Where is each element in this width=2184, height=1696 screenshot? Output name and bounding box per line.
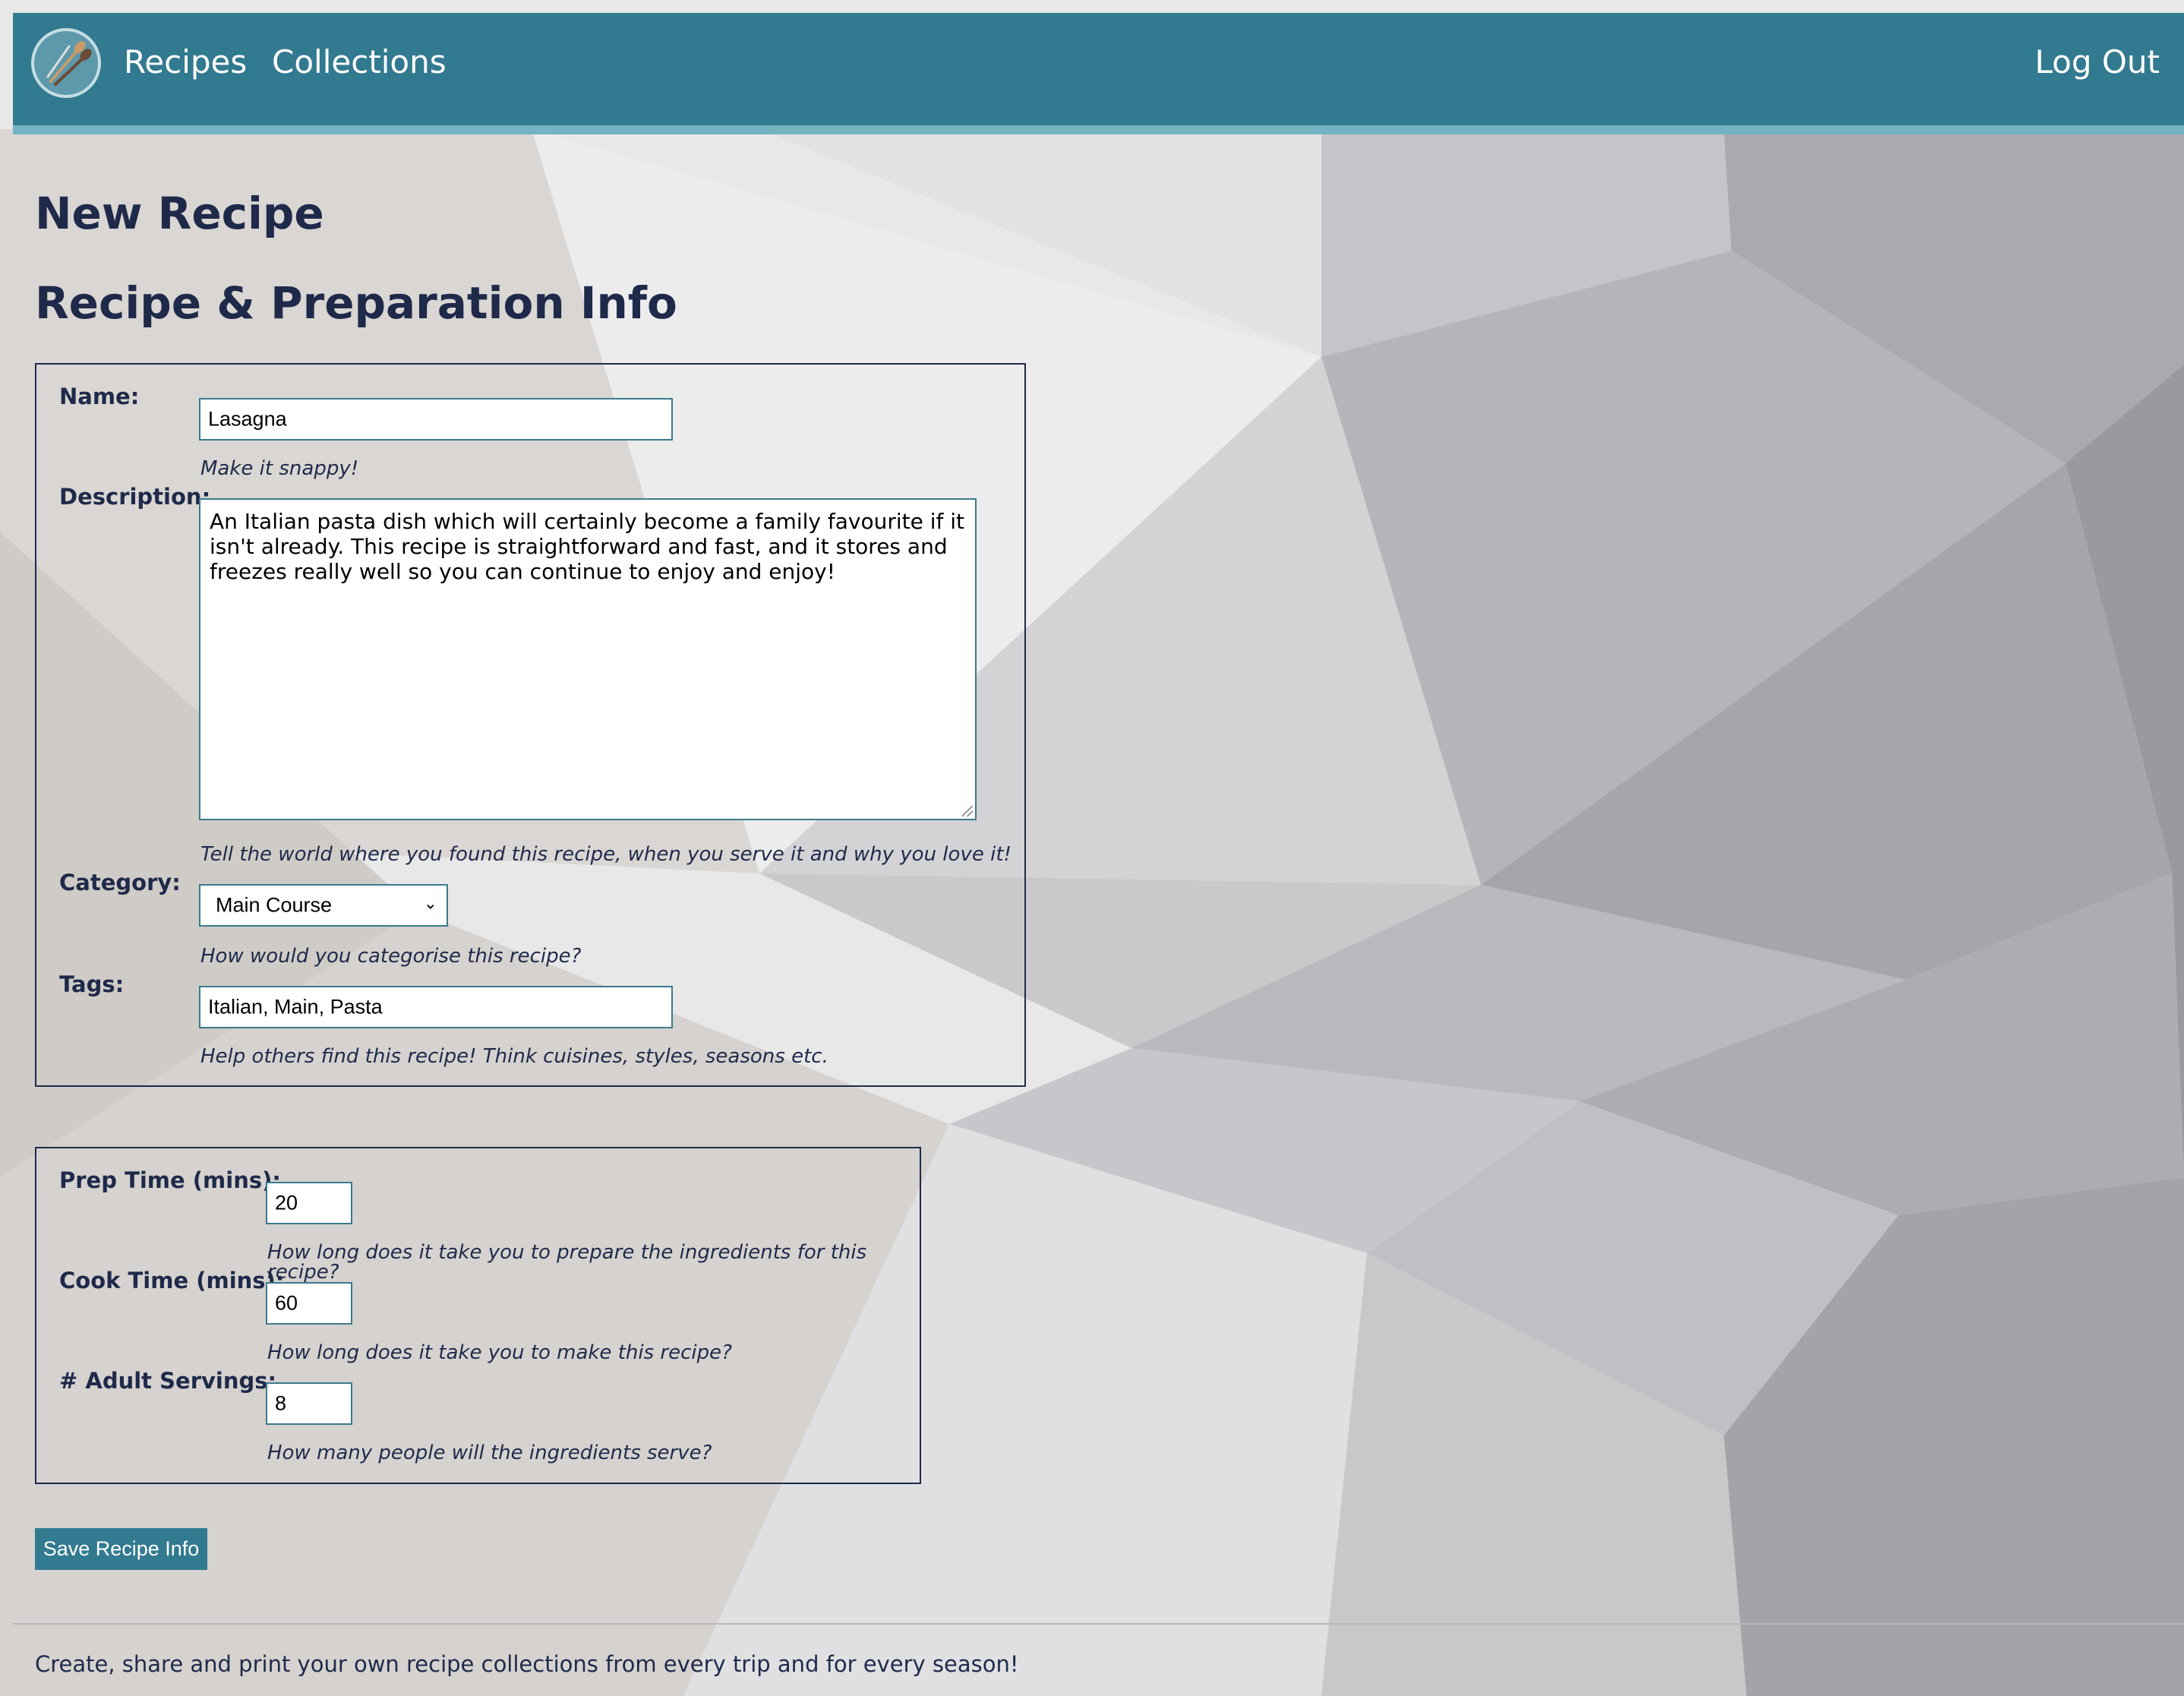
cook-time-hint: How long does it take you to make this r… xyxy=(267,1341,732,1364)
description-value: An Italian pasta dish which will certain… xyxy=(210,509,965,584)
chevron-down-icon: ⌄ xyxy=(423,893,437,913)
top-navbar: Recipes Collections Log Out xyxy=(13,13,2184,134)
cook-time-label: Cook Time (mins): xyxy=(59,1268,285,1293)
category-selected-value: Main Course xyxy=(216,893,333,917)
logout-link[interactable]: Log Out xyxy=(2034,46,2160,78)
name-input-value: Lasagna xyxy=(208,407,287,431)
whisk-spoon-logo-icon[interactable] xyxy=(31,28,101,98)
nav-collections-link[interactable]: Collections xyxy=(272,46,447,78)
servings-label: # Adult Servings: xyxy=(59,1368,277,1394)
prep-time-label: Prep Time (mins): xyxy=(59,1167,281,1193)
prep-time-input[interactable]: 20 xyxy=(266,1182,352,1224)
tags-label: Tags: xyxy=(59,971,125,997)
description-textarea[interactable]: An Italian pasta dish which will certain… xyxy=(199,498,977,820)
cook-time-input[interactable]: 60 xyxy=(266,1282,352,1325)
resize-handle-icon[interactable] xyxy=(962,806,973,816)
prep-time-hint: How long does it take you to prepare the… xyxy=(267,1241,867,1284)
section-title: Recipe & Preparation Info xyxy=(35,277,677,329)
prep-info-fieldset: Prep Time (mins): 20 How long does it ta… xyxy=(35,1147,921,1484)
page-title: New Recipe xyxy=(35,188,324,239)
tags-input-value: Italian, Main, Pasta xyxy=(208,995,383,1019)
name-input[interactable]: Lasagna xyxy=(199,398,673,441)
tags-input[interactable]: Italian, Main, Pasta xyxy=(199,986,673,1028)
name-label: Name: xyxy=(59,384,140,409)
name-hint: Make it snappy! xyxy=(200,457,359,480)
footer-tagline: Create, share and print your own recipe … xyxy=(35,1651,1019,1677)
recipe-info-fieldset: Name: Lasagna Make it snappy! Descriptio… xyxy=(35,363,1026,1087)
servings-hint: How many people will the ingredients ser… xyxy=(267,1442,712,1464)
category-select[interactable]: Main Course ⌄ xyxy=(199,884,448,927)
footer-divider xyxy=(13,1623,2184,1625)
tags-hint: Help others find this recipe! Think cuis… xyxy=(200,1045,828,1068)
description-label: Description: xyxy=(59,484,211,510)
cook-time-value: 60 xyxy=(275,1291,298,1315)
description-hint: Tell the world where you found this reci… xyxy=(200,843,1012,866)
servings-value: 8 xyxy=(275,1391,287,1415)
nav-recipes-link[interactable]: Recipes xyxy=(124,46,247,78)
category-label: Category: xyxy=(59,870,181,895)
category-hint: How would you categorise this recipe? xyxy=(200,945,582,968)
prep-time-value: 20 xyxy=(275,1191,298,1214)
save-recipe-info-button[interactable]: Save Recipe Info xyxy=(35,1528,207,1570)
servings-input[interactable]: 8 xyxy=(266,1382,352,1425)
